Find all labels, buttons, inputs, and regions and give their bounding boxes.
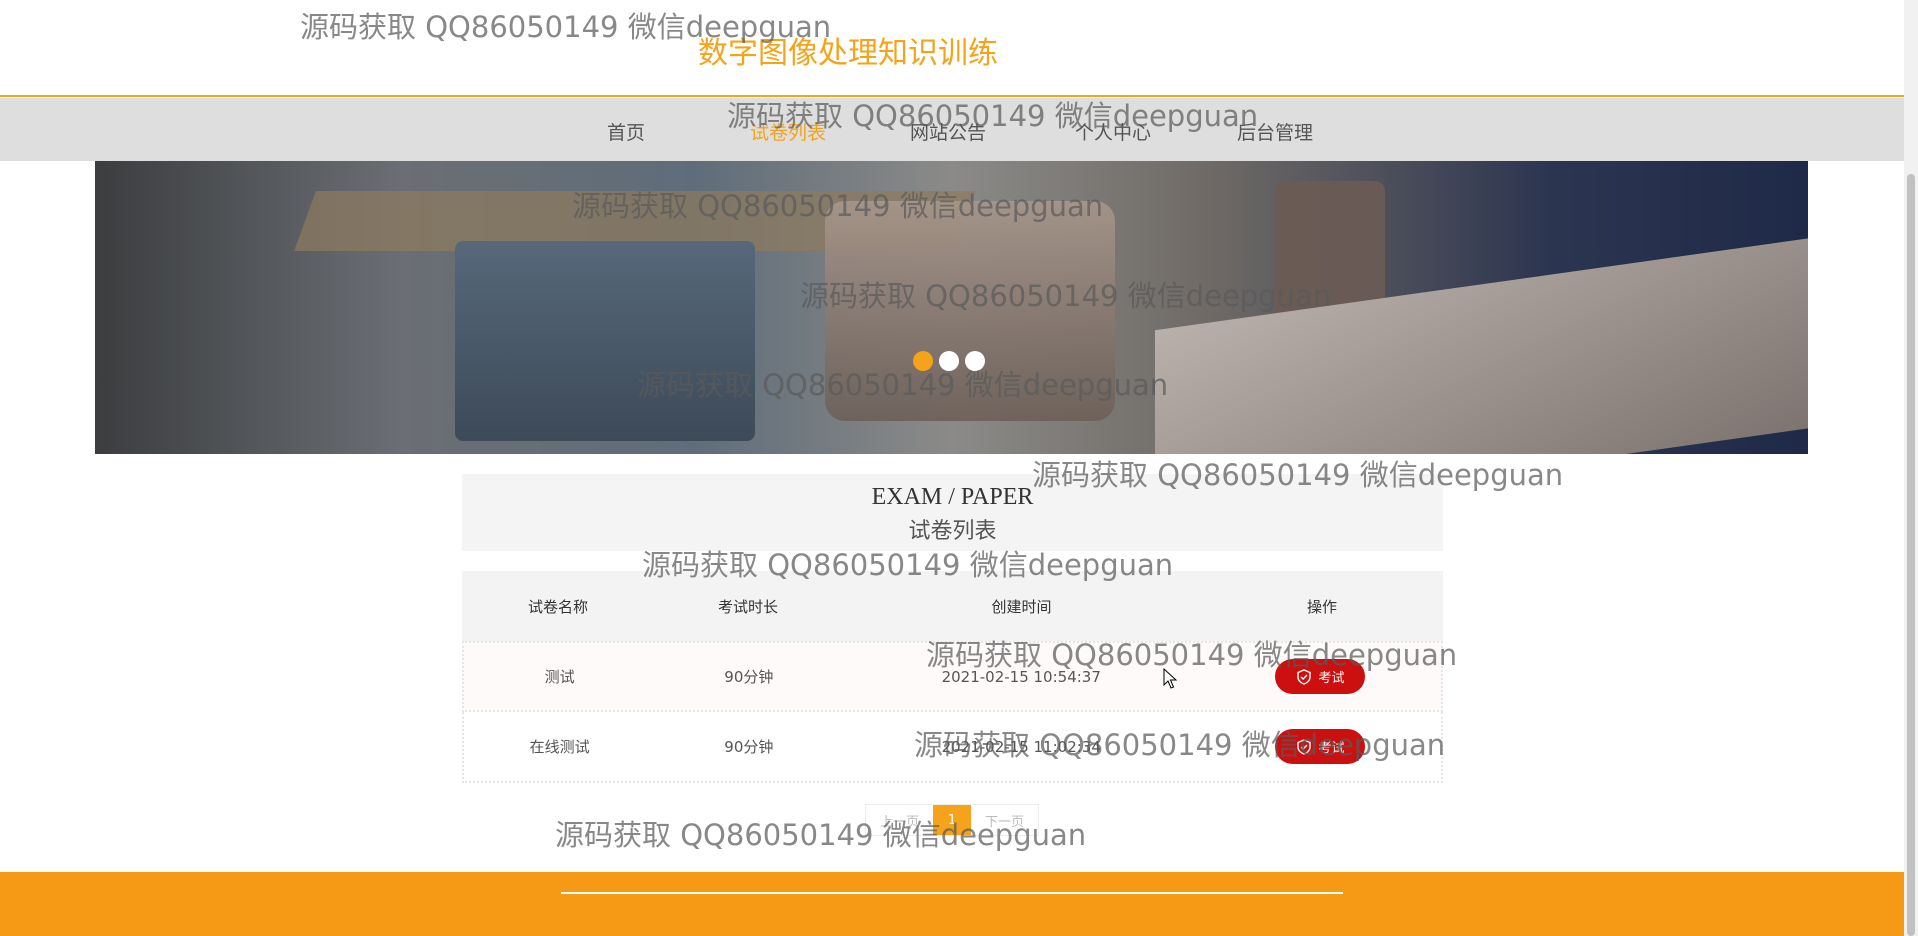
header-name: 试卷名称 [527, 597, 588, 616]
site-header: 数字图像处理知识训练 [0, 0, 1904, 97]
nav-exam-list[interactable]: 试卷列表 [750, 118, 826, 145]
start-exam-button[interactable]: 考试 [1275, 659, 1366, 694]
page-scrollbar[interactable] [1904, 0, 1918, 936]
table-header: 试卷名称 考试时长 创建时间 操作 [462, 571, 1443, 641]
prev-page-button[interactable]: 上一页 [866, 805, 933, 835]
shield-check-icon [1297, 738, 1312, 755]
start-exam-label: 考试 [1318, 671, 1345, 686]
banner-chair-shape [825, 201, 1115, 421]
current-page-button[interactable]: 1 [933, 805, 971, 835]
exam-name: 在线测试 [529, 738, 590, 756]
carousel-dots [913, 351, 985, 371]
carousel-dot-3[interactable] [965, 351, 985, 371]
nav-admin[interactable]: 后台管理 [1237, 118, 1313, 145]
table-row: 测试 90分钟 2021-02-15 10:54:37 考试 [462, 641, 1443, 712]
footer-divider [561, 892, 1343, 894]
start-exam-label: 考试 [1318, 741, 1345, 756]
header-duration: 考试时长 [717, 597, 778, 616]
exam-duration: 90分钟 [724, 738, 774, 756]
site-title: 数字图像处理知识训练 [698, 36, 998, 71]
banner-carousel [95, 161, 1808, 454]
nav-home[interactable]: 首页 [607, 118, 645, 145]
exam-created: 2021-02-15 10:54:37 [941, 667, 1101, 686]
section-header: EXAM / PAPER 试卷列表 [462, 474, 1443, 551]
header-action: 操作 [1306, 597, 1337, 616]
section-en-title: EXAM / PAPER [871, 484, 1034, 510]
action-cell: 考试 [1200, 643, 1441, 710]
exam-created: 2021-02-15 11:02:34 [941, 737, 1101, 756]
exam-table: 试卷名称 考试时长 创建时间 操作 测试 90分钟 2021-02-15 10:… [462, 571, 1443, 783]
scrollbar-thumb[interactable] [1907, 174, 1915, 936]
next-page-button[interactable]: 下一页 [971, 805, 1038, 835]
carousel-dot-2[interactable] [939, 351, 959, 371]
site-footer [0, 872, 1904, 936]
start-exam-button[interactable]: 考试 [1275, 729, 1366, 764]
nav-personal-center[interactable]: 个人中心 [1075, 118, 1151, 145]
header-created: 创建时间 [991, 597, 1052, 616]
table-row: 在线测试 90分钟 2021-02-15 11:02:34 考试 [462, 712, 1443, 783]
carousel-dot-1[interactable] [913, 351, 933, 371]
section-cn-title: 试卷列表 [908, 519, 997, 544]
action-cell: 考试 [1200, 712, 1441, 781]
nav-announcements[interactable]: 网站公告 [910, 118, 986, 145]
shield-check-icon [1297, 668, 1312, 685]
mouse-cursor-icon [1163, 668, 1177, 689]
exam-name: 测试 [544, 668, 575, 686]
main-nav: 首页 试卷列表 网站公告 个人中心 后台管理 [0, 98, 1904, 161]
banner-desk-base-shape [455, 241, 755, 441]
exam-duration: 90分钟 [724, 668, 774, 686]
pagination: 上一页 1 下一页 [865, 804, 1039, 836]
banner-table-shape [1155, 231, 1808, 454]
